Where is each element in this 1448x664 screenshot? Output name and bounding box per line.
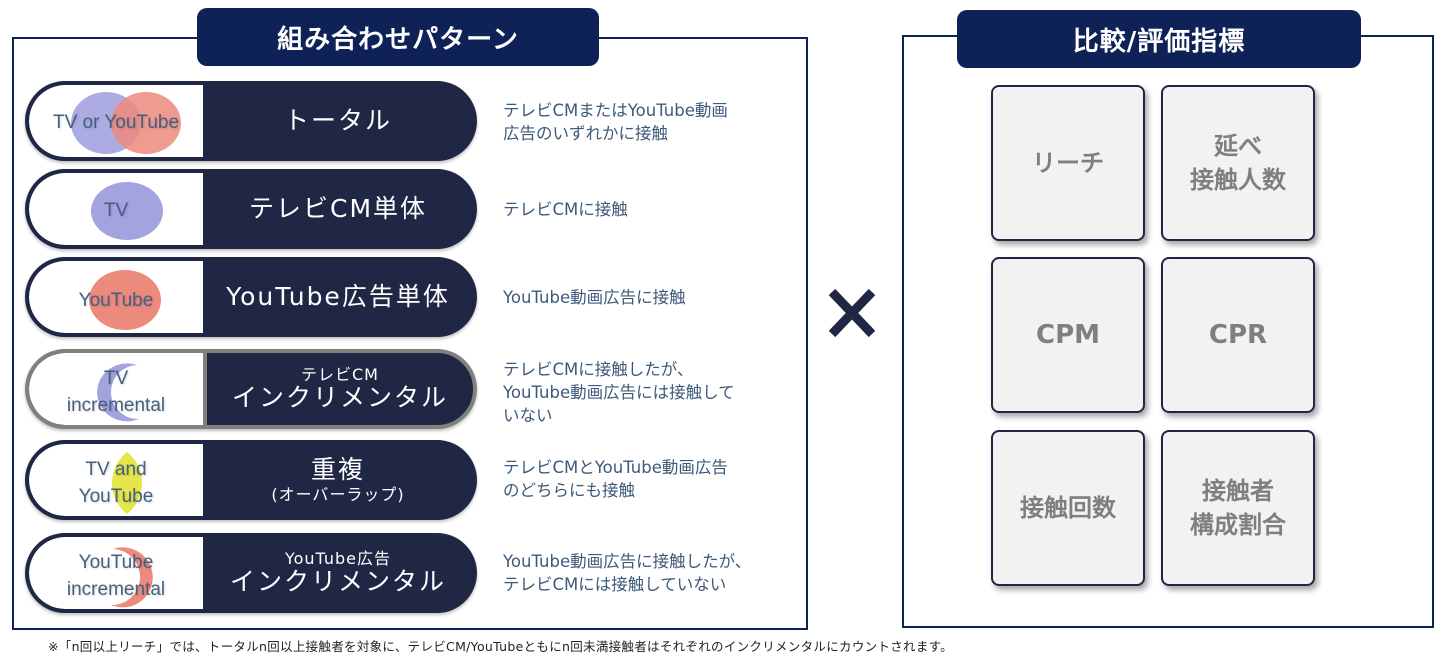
venn-label: TV and YouTube — [78, 459, 154, 507]
venn-label: YouTube incremental — [66, 552, 166, 600]
venn-diagram-youtube: YouTube — [29, 261, 203, 333]
footnote: ※「n回以上リーチ」では、トータルn回以上接触者を対象に、テレビCM/YouTu… — [48, 639, 953, 654]
pattern-name: YouTube広告 インクリメンタル — [203, 537, 473, 609]
metric-card-audience-composition: 接触者 構成割合 — [1161, 430, 1315, 586]
pattern-name-main: YouTube広告単体 — [226, 281, 450, 311]
venn-label: TV incremental — [66, 368, 166, 416]
times-icon — [828, 288, 876, 338]
pattern-name: テレビCM単体 — [203, 173, 473, 245]
pattern-description-youtube-incremental: YouTube動画広告に接触したが、 テレビCMには接触していない — [503, 552, 752, 594]
venn-diagram-overlap: TV and YouTube — [29, 444, 203, 516]
pattern-row-youtube-only: YouTube YouTube広告単体 — [25, 257, 477, 337]
pattern-description-tv-incremental: テレビCMに接触したが、 YouTube動画広告には接触して いない — [503, 360, 735, 425]
venn-diagram-tv-incremental: TV incremental — [29, 353, 203, 425]
venn-label: YouTube — [78, 290, 154, 311]
pattern-row-total: TV or YouTube トータル — [25, 81, 477, 161]
pattern-name-main: インクリメンタル — [229, 567, 446, 597]
pattern-name: トータル — [203, 85, 473, 157]
pattern-name-sub: テレビCM — [301, 365, 379, 385]
pattern-name: 重複 (オーバーラップ) — [203, 444, 473, 516]
venn-diagram-tv: TV — [29, 173, 203, 245]
metric-card-reach: リーチ — [991, 85, 1145, 241]
pattern-description-overlap: テレビCMとYouTube動画広告 のどちらにも接触 — [503, 458, 728, 500]
evaluation-metrics-title: 比較/評価指標 — [957, 10, 1361, 68]
pattern-name: テレビCM インクリメンタル — [203, 353, 473, 425]
pattern-description-total: テレビCMまたはYouTube動画 広告のいずれかに接触 — [503, 101, 728, 143]
venn-label: TV — [103, 200, 129, 221]
pattern-row-overlap: TV and YouTube 重複 (オーバーラップ) — [25, 440, 477, 520]
venn-diagram-youtube-incremental: YouTube incremental — [29, 537, 203, 609]
pattern-name-main: インクリメンタル — [231, 383, 448, 413]
pattern-description-tv-only: テレビCMに接触 — [503, 200, 628, 219]
pattern-name-main: テレビCM単体 — [248, 193, 428, 223]
pattern-row-youtube-incremental: YouTube incremental YouTube広告 インクリメンタル — [25, 533, 477, 613]
pattern-description-youtube-only: YouTube動画広告に接触 — [503, 288, 686, 307]
pattern-name-sub: YouTube広告 — [284, 549, 392, 569]
pattern-row-tv-only: TV テレビCM単体 — [25, 169, 477, 249]
metric-card-cpr: CPR — [1161, 257, 1315, 413]
metric-card-cpm: CPM — [991, 257, 1145, 413]
pattern-name: YouTube広告単体 — [203, 261, 473, 333]
metric-card-total-contacts: 延べ 接触人数 — [1161, 85, 1315, 241]
venn-diagram-total: TV or YouTube — [29, 85, 203, 157]
pattern-name-main: 重複 — [310, 455, 365, 485]
pattern-name-main: トータル — [283, 105, 392, 135]
pattern-name-sub: (オーバーラップ) — [271, 484, 405, 504]
pattern-row-tv-incremental: TV incremental テレビCM インクリメンタル — [25, 349, 477, 429]
combination-patterns-title: 組み合わせパターン — [197, 8, 599, 66]
venn-label: TV or YouTube — [52, 112, 180, 133]
metric-card-frequency: 接触回数 — [991, 430, 1145, 586]
